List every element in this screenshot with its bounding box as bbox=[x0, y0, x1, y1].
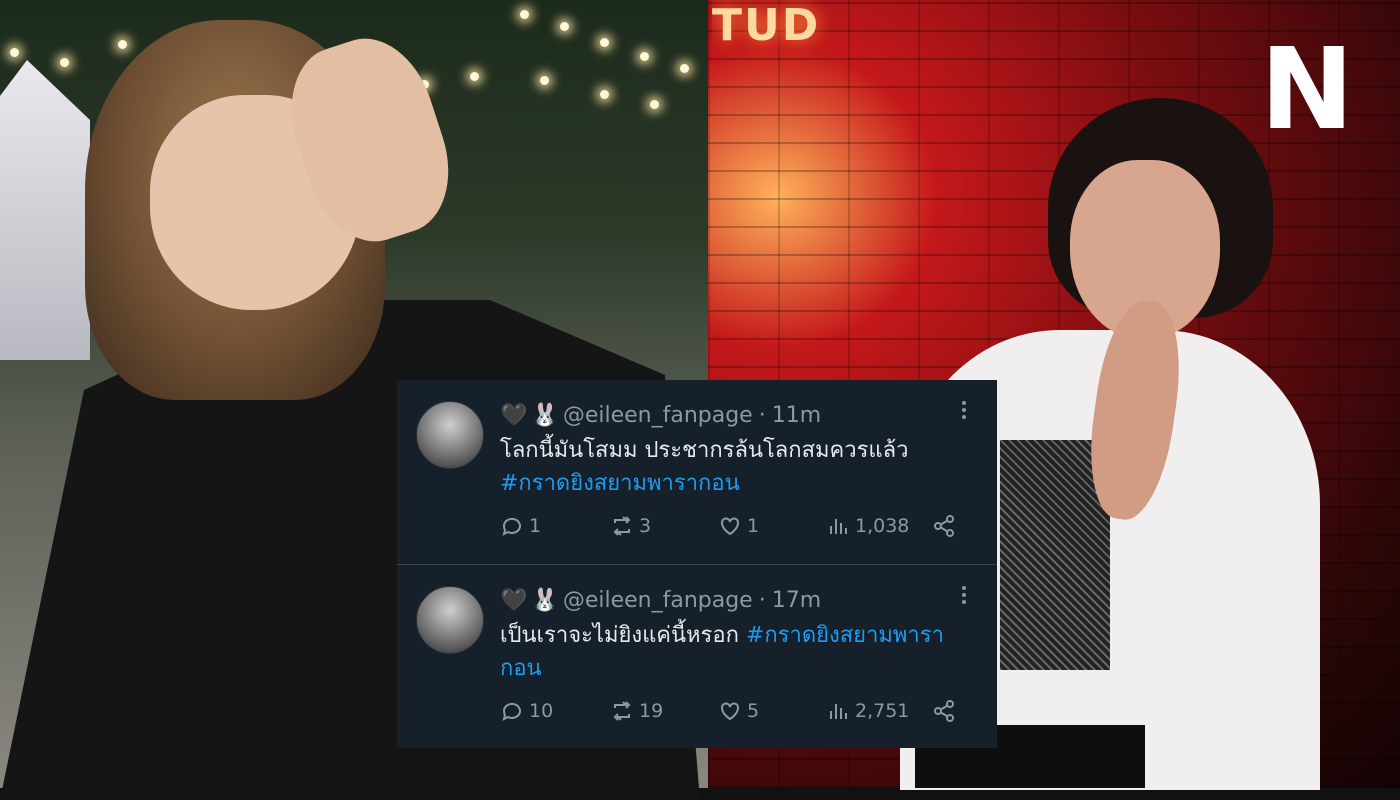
tweet-text: เป็นเราจะไม่ยิงแค่นี้หรอก #กราดยิงสยามพา… bbox=[500, 619, 970, 685]
tweet-header: 🖤 🐰 @eileen_fanpage · 17m bbox=[500, 585, 821, 615]
separator: · bbox=[758, 402, 766, 428]
like-button[interactable]: 5 bbox=[718, 696, 759, 726]
like-count: 5 bbox=[747, 700, 760, 722]
more-icon[interactable] bbox=[957, 583, 971, 611]
tweet-actions: 1 3 1 1,038 bbox=[500, 511, 970, 541]
more-icon[interactable] bbox=[957, 398, 971, 426]
tweet-1: 🖤 🐰 @eileen_fanpage · 11m โลกนี้มันโสมม … bbox=[397, 380, 997, 564]
retweet-button[interactable]: 19 bbox=[610, 696, 663, 726]
retweet-icon bbox=[613, 701, 631, 721]
reply-button[interactable]: 10 bbox=[500, 696, 553, 726]
reply-icon bbox=[502, 702, 521, 721]
share-icon bbox=[934, 700, 954, 722]
tweet-body: เป็นเราจะไม่ยิงแค่นี้หรอก bbox=[500, 623, 746, 648]
views-button[interactable]: 2,751 bbox=[826, 696, 909, 726]
view-count: 2,751 bbox=[855, 700, 910, 722]
tweet-screenshot: 🖤 🐰 @eileen_fanpage · 11m โลกนี้มันโสมม … bbox=[397, 380, 997, 748]
rabbit-emoji: 🐰 bbox=[531, 402, 559, 428]
views-button[interactable]: 1,038 bbox=[826, 511, 909, 541]
retweet-button[interactable]: 3 bbox=[610, 511, 651, 541]
like-icon bbox=[721, 517, 739, 536]
user-handle[interactable]: @eileen_fanpage bbox=[563, 588, 753, 613]
like-count: 1 bbox=[747, 515, 760, 537]
share-button[interactable] bbox=[932, 696, 961, 726]
separator: · bbox=[758, 587, 766, 613]
tweet-actions: 10 19 5 2,751 bbox=[500, 696, 970, 726]
reply-count: 10 bbox=[529, 700, 554, 722]
reply-button[interactable]: 1 bbox=[500, 511, 541, 541]
avatar[interactable] bbox=[416, 586, 484, 654]
avatar[interactable] bbox=[416, 401, 484, 469]
neon-sign: TUD bbox=[712, 0, 821, 51]
black-heart-emoji: 🖤 bbox=[500, 402, 528, 428]
views-icon bbox=[830, 704, 847, 719]
tweet-time[interactable]: 11m bbox=[772, 403, 821, 428]
tweet-text: โลกนี้มันโสมม ประชากรล้นโลกสมควรแล้ว #กร… bbox=[500, 434, 970, 500]
rabbit-emoji: 🐰 bbox=[531, 587, 559, 613]
retweet-count: 3 bbox=[639, 515, 652, 537]
like-icon bbox=[721, 702, 739, 721]
retweet-count: 19 bbox=[639, 700, 664, 722]
black-heart-emoji: 🖤 bbox=[500, 587, 528, 613]
reply-count: 1 bbox=[529, 515, 542, 537]
tweet-header: 🖤 🐰 @eileen_fanpage · 11m bbox=[500, 400, 821, 430]
reply-icon bbox=[502, 517, 521, 536]
retweet-icon bbox=[613, 516, 631, 536]
tweet-time[interactable]: 17m bbox=[772, 588, 821, 613]
share-button[interactable] bbox=[932, 511, 961, 541]
hashtag-link[interactable]: #กราดยิงสยามพารากอน bbox=[500, 467, 970, 500]
share-icon bbox=[934, 515, 954, 537]
user-handle[interactable]: @eileen_fanpage bbox=[563, 403, 753, 428]
like-button[interactable]: 1 bbox=[718, 511, 759, 541]
tweet-2: 🖤 🐰 @eileen_fanpage · 17m เป็นเราจะไม่ยิ… bbox=[397, 564, 997, 749]
view-count: 1,038 bbox=[855, 515, 910, 537]
brand-logo: N bbox=[1260, 25, 1354, 155]
tweet-body: โลกนี้มันโสมม ประชากรล้นโลกสมควรแล้ว bbox=[500, 438, 909, 463]
views-icon bbox=[830, 519, 847, 534]
